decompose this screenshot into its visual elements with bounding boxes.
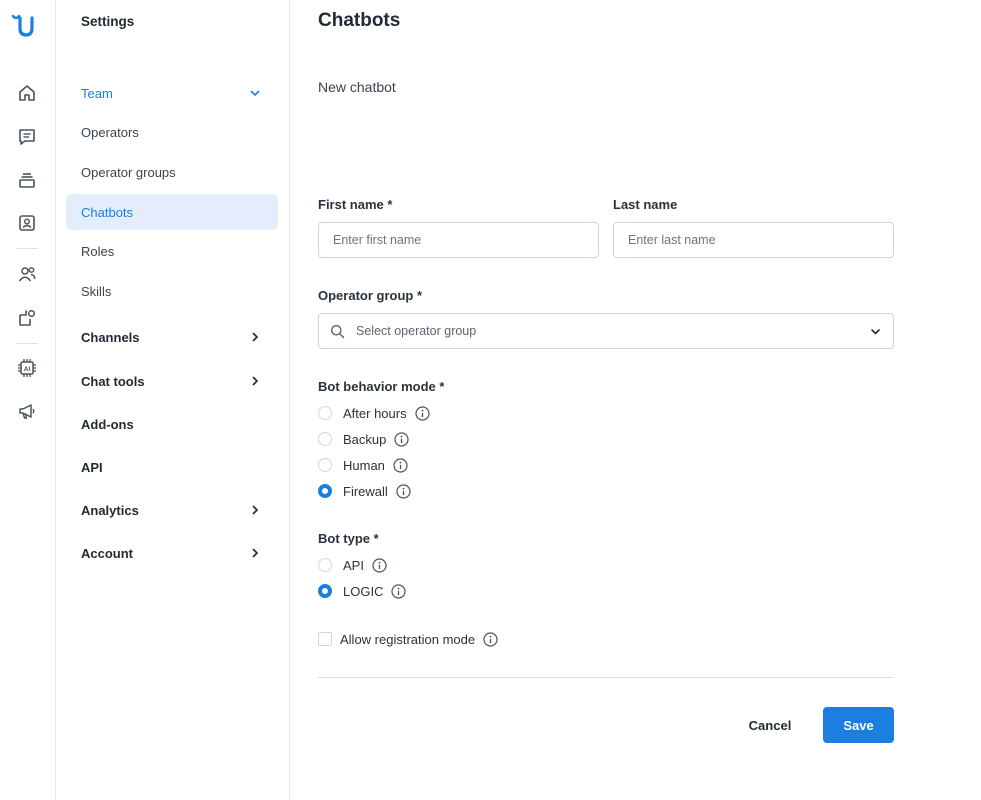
integrations-icon[interactable] [14,305,40,331]
sidebar-item-label: Roles [81,243,115,259]
bot-behavior-label: Bot behavior mode * [318,379,445,394]
behavior-option-after-hours[interactable]: After hours [318,404,430,422]
bot-type-option-api[interactable]: API [318,556,387,574]
page-subtitle: New chatbot [318,79,396,95]
radio-label: API [343,557,364,573]
sidebar-title: Settings [81,14,135,29]
sidebar-item-label: Operators [81,124,139,140]
sidebar-item-api[interactable]: API [66,449,278,485]
operator-group-label: Operator group * [318,288,423,303]
radio-button[interactable] [318,458,332,472]
rail-divider [16,343,38,344]
sidebar-item-label: Operator groups [81,164,176,180]
sidebar-item-channels[interactable]: Channels [66,319,278,355]
info-icon[interactable] [396,483,411,499]
sidebar-item-team[interactable]: Team [66,75,278,111]
svg-text:AI: AI [24,366,31,373]
info-icon[interactable] [394,431,409,447]
inbox-stack-icon[interactable] [14,167,40,193]
main-content: Chatbots New chatbot First name * Last n… [290,0,981,800]
chat-icon[interactable] [14,124,40,150]
radio-label: Human [343,457,385,473]
settings-sidebar: Settings Team Operators Operator groups … [56,0,290,800]
sidebar-item-operators[interactable]: Operators [66,114,278,150]
first-name-field[interactable] [318,222,599,258]
allow-registration-row[interactable]: Allow registration mode [318,630,498,648]
brand-logo-icon[interactable] [11,9,41,39]
behavior-option-human[interactable]: Human [318,456,408,474]
sidebar-item-label: Analytics [81,502,139,518]
operator-group-select[interactable]: Select operator group [318,313,894,349]
radio-label: Backup [343,431,387,447]
sidebar-item-add-ons[interactable]: Add-ons [66,406,278,442]
radio-label: Firewall [343,483,388,499]
contacts-icon[interactable] [14,210,40,236]
rail-divider [16,248,38,249]
allow-registration-label: Allow registration mode [340,631,476,647]
bot-type-label: Bot type * [318,531,379,546]
sidebar-item-roles[interactable]: Roles [66,233,278,269]
ai-chip-icon[interactable]: AI [14,355,40,381]
chevron-down-icon [250,90,260,96]
bot-type-option-logic[interactable]: LOGIC [318,582,407,600]
operator-group-placeholder: Select operator group [356,324,477,338]
home-icon[interactable] [14,80,40,106]
sidebar-item-chatbots[interactable]: Chatbots [66,194,278,230]
chevron-down-icon [871,329,880,335]
allow-registration-checkbox[interactable] [318,632,332,646]
sidebar-item-account[interactable]: Account [66,535,278,571]
radio-button-selected[interactable] [318,484,332,498]
radio-button[interactable] [318,558,332,572]
radio-label: After hours [343,405,407,421]
last-name-field[interactable] [613,222,894,258]
info-icon[interactable] [393,457,408,473]
sidebar-item-operator-groups[interactable]: Operator groups [66,154,278,190]
radio-button[interactable] [318,432,332,446]
form-divider [318,677,894,678]
behavior-option-firewall[interactable]: Firewall [318,482,411,500]
sidebar-item-label: Channels [81,329,140,345]
behavior-option-backup[interactable]: Backup [318,430,409,448]
sidebar-item-analytics[interactable]: Analytics [66,492,278,528]
chevron-right-icon [252,548,258,558]
info-icon[interactable] [391,583,407,599]
sidebar-item-chat-tools[interactable]: Chat tools [66,363,278,399]
first-name-label: First name * [318,197,393,212]
sidebar-item-label: API [81,459,103,475]
sidebar-item-label: Chatbots [81,204,134,220]
radio-button-selected[interactable] [318,584,332,598]
radio-label: LOGIC [343,583,384,599]
chevron-right-icon [252,376,258,386]
chevron-right-icon [252,505,258,515]
sidebar-item-label: Account [81,545,133,561]
icon-rail: AI [0,0,56,800]
sidebar-item-label: Team [81,85,113,101]
team-icon[interactable] [14,261,40,287]
info-icon[interactable] [483,631,498,647]
page-title: Chatbots [318,10,401,31]
megaphone-icon[interactable] [14,398,40,424]
search-icon [331,325,345,339]
save-button[interactable]: Save [823,707,894,743]
sidebar-item-label: Add-ons [81,416,134,432]
radio-button[interactable] [318,406,332,420]
sidebar-item-skills[interactable]: Skills [66,273,278,309]
chevron-right-icon [252,332,258,342]
info-icon[interactable] [414,405,430,421]
last-name-label: Last name [613,197,678,212]
info-icon[interactable] [372,557,387,573]
sidebar-item-label: Skills [81,283,112,299]
cancel-button[interactable]: Cancel [740,708,800,742]
sidebar-item-label: Chat tools [81,373,145,389]
